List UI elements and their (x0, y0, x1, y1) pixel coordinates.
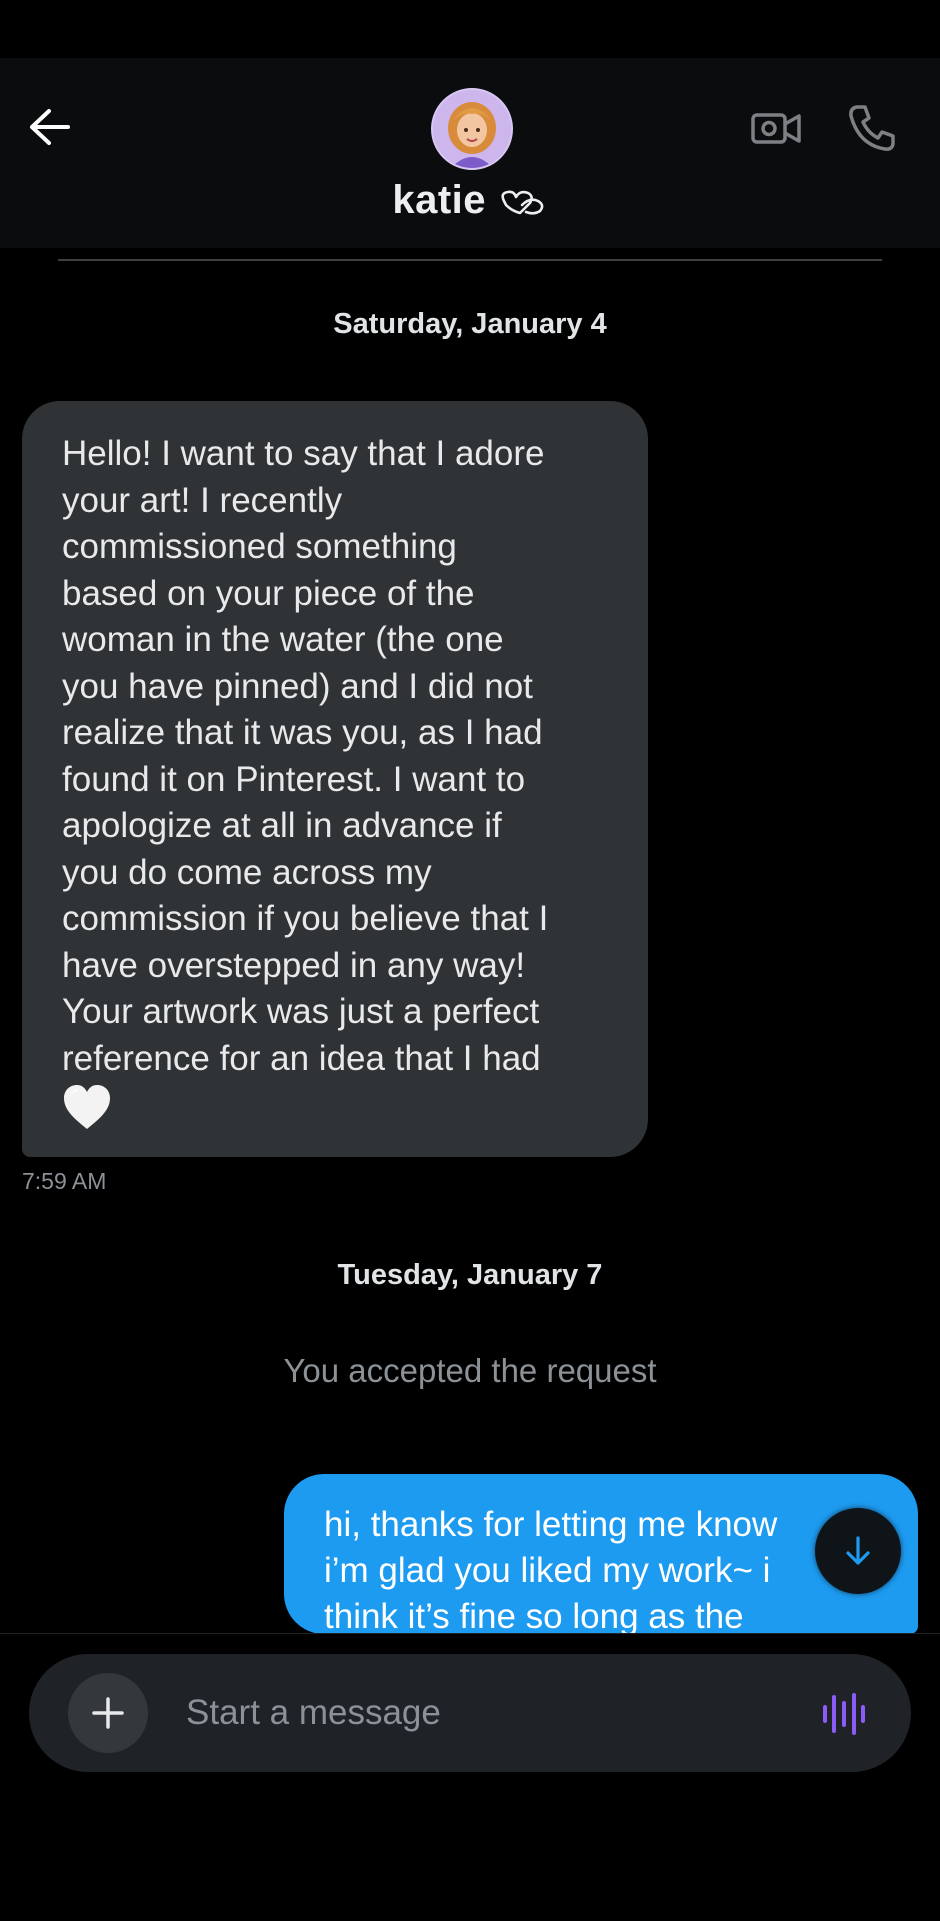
arrow-left-icon (30, 109, 70, 145)
arrow-down-icon (846, 1536, 870, 1565)
date-separator: Saturday, January 4 (333, 308, 607, 340)
message-line: commission if you believe that I (62, 899, 549, 938)
message-line: woman in the water (the one (62, 620, 504, 659)
video-call-button[interactable] (748, 100, 804, 156)
message-line: i’m glad you liked my work~ i (324, 1551, 771, 1590)
message-line: apologize at all in advance if (62, 806, 502, 845)
message-line: Hello! I want to say that I adore (62, 434, 545, 473)
add-media-button[interactable] (68, 1673, 148, 1753)
plus-icon (92, 1697, 124, 1729)
voice-waveform-icon (823, 1693, 865, 1735)
phone-call-button[interactable] (844, 100, 900, 156)
heart-hands-icon (501, 190, 544, 215)
message-line: reference for an idea that I had (62, 1038, 541, 1078)
header-divider (58, 259, 882, 261)
message-line: Your artwork was just a perfect (62, 992, 540, 1031)
avatar-portrait-icon (433, 90, 511, 168)
message-line: your art! I recently (62, 480, 343, 520)
message-line: you do come across my (62, 852, 432, 892)
message-line: you have pinned) and I did not (62, 666, 533, 706)
date-separator: Tuesday, January 7 (337, 1259, 603, 1291)
phone-icon (849, 105, 895, 151)
message-line: think it’s fine so long as the (324, 1597, 744, 1634)
message-line: commissioned something (62, 527, 457, 566)
system-message: You accepted the request (283, 1352, 657, 1389)
video-camera-icon (751, 113, 801, 144)
message-line: found it on Pinterest. I want to (62, 759, 526, 799)
incoming-message-bubble[interactable]: Hello! I want to say that I adore your a… (22, 401, 648, 1157)
back-button[interactable] (24, 102, 74, 152)
message-line: have overstepped in any way! (62, 945, 526, 985)
message-line: realize that it was you, as I had (62, 713, 543, 752)
contact-name-text: katie (392, 178, 498, 222)
avatar[interactable] (431, 88, 513, 170)
contact-name[interactable]: katie (0, 178, 940, 223)
message-timestamp: 7:59 AM (22, 1168, 107, 1194)
scroll-to-bottom-button[interactable] (815, 1508, 901, 1594)
message-line: based on your piece of the (62, 573, 475, 613)
white-heart-icon (64, 1085, 110, 1129)
message-input[interactable] (186, 1684, 786, 1742)
message-line: hi, thanks for letting me know (324, 1505, 778, 1544)
voice-message-button[interactable] (816, 1686, 872, 1742)
